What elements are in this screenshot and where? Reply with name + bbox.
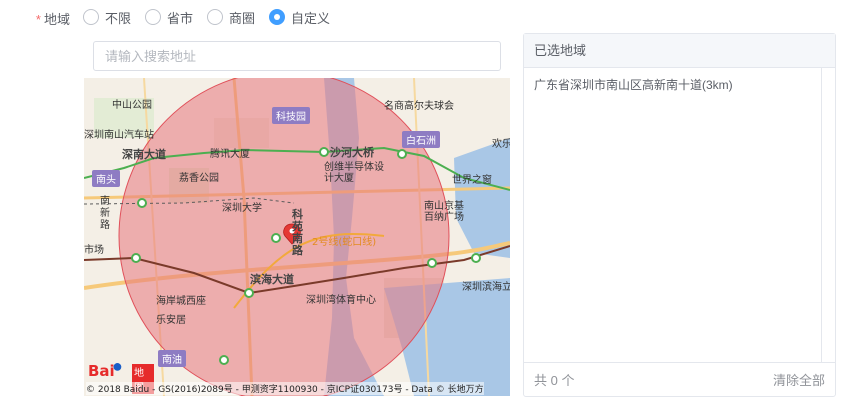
radio-circle[interactable]: [145, 9, 162, 25]
map-label: 深圳湾体育中心: [306, 295, 376, 306]
selected-list: 广东省深圳市南山区高新南十道(3km): [524, 68, 835, 362]
baidu-map-logo: Bai ● 地图: [88, 356, 154, 394]
map-label: 中山公园: [112, 100, 152, 111]
region-radio-group: 不限 省市 商圈 自定义: [83, 8, 344, 26]
region-form-row: * 地域 不限 省市 商圈 自定义 请输入搜索地址 中山公园 科技园 名商高尔夫…: [0, 0, 865, 411]
map-label: 深圳大学: [222, 203, 262, 214]
map-label: 深圳南山汽车站: [84, 130, 154, 141]
selected-panel-footer: 共 0 个 清除全部: [524, 362, 835, 396]
map-label: 海岸城西座: [156, 296, 206, 307]
map-label: 乐安居: [156, 315, 186, 326]
map-label: 南新路: [100, 196, 110, 231]
required-mark: *: [35, 12, 41, 27]
radio-circle[interactable]: [83, 9, 99, 25]
radio-label: 商圈: [229, 10, 256, 26]
map-label: 2号线(蛇口线): [312, 237, 377, 248]
selected-regions-panel: 已选地域 广东省深圳市南山区高新南十道(3km) 共 0 个 清除全部: [523, 33, 836, 397]
map-label: 名商高尔夫球会: [384, 101, 454, 112]
map-label: 沙河大桥: [330, 146, 374, 159]
address-search-input[interactable]: [93, 41, 501, 71]
map-label: 市场: [84, 245, 104, 256]
selected-panel-title: 已选地域: [524, 34, 835, 68]
region-label: * 地域: [20, 9, 70, 28]
map-label: 世界之窗: [452, 175, 492, 186]
selected-count: 共 0 个: [534, 373, 575, 388]
radio-custom[interactable]: 自定义: [269, 8, 330, 27]
map-label: 科苑南路: [292, 208, 303, 257]
map-label: 滨海大道: [250, 273, 294, 286]
radio-label: 自定义: [291, 10, 331, 26]
radio-province-city[interactable]: 省市: [145, 8, 193, 27]
region-label-text: 地域: [43, 12, 70, 27]
radio-circle-checked[interactable]: [269, 9, 286, 25]
list-item[interactable]: 广东省深圳市南山区高新南十道(3km): [534, 76, 825, 94]
map-copyright: © 2018 Baidu - GS(2016)2089号 - 甲测资字11009…: [86, 382, 484, 395]
map-label: 南山京基百纳广场: [424, 201, 464, 223]
map-label: 腾讯大厦: [210, 149, 250, 160]
map-badge: 科技园: [272, 107, 310, 124]
paw-icon: ●: [112, 356, 123, 376]
clear-all-button[interactable]: 清除全部: [773, 370, 825, 389]
map-badge: 南油: [158, 350, 186, 367]
radio-circle[interactable]: [207, 9, 224, 25]
map-label: 创维半导体设计大厦: [324, 162, 384, 184]
radio-unlimited[interactable]: 不限: [83, 8, 131, 27]
map-label: 荔香公园: [179, 173, 219, 184]
scrollbar[interactable]: [821, 68, 835, 362]
radio-label: 不限: [105, 10, 132, 26]
logo-text: Bai: [88, 362, 115, 380]
map-badge: 南头: [92, 170, 120, 187]
map-label: 深南大道: [122, 148, 166, 161]
radio-business-district[interactable]: 商圈: [207, 8, 255, 27]
map-view[interactable]: 中山公园 科技园 名商高尔夫球会 深圳南山汽车站 深南大道 腾讯大厦 沙河大桥 …: [84, 78, 510, 396]
map-badge: 白石洲: [402, 131, 440, 148]
map-label: 欢乐: [492, 139, 510, 150]
map-label: 深圳滨海立: [462, 282, 510, 293]
radio-label: 省市: [167, 10, 194, 26]
